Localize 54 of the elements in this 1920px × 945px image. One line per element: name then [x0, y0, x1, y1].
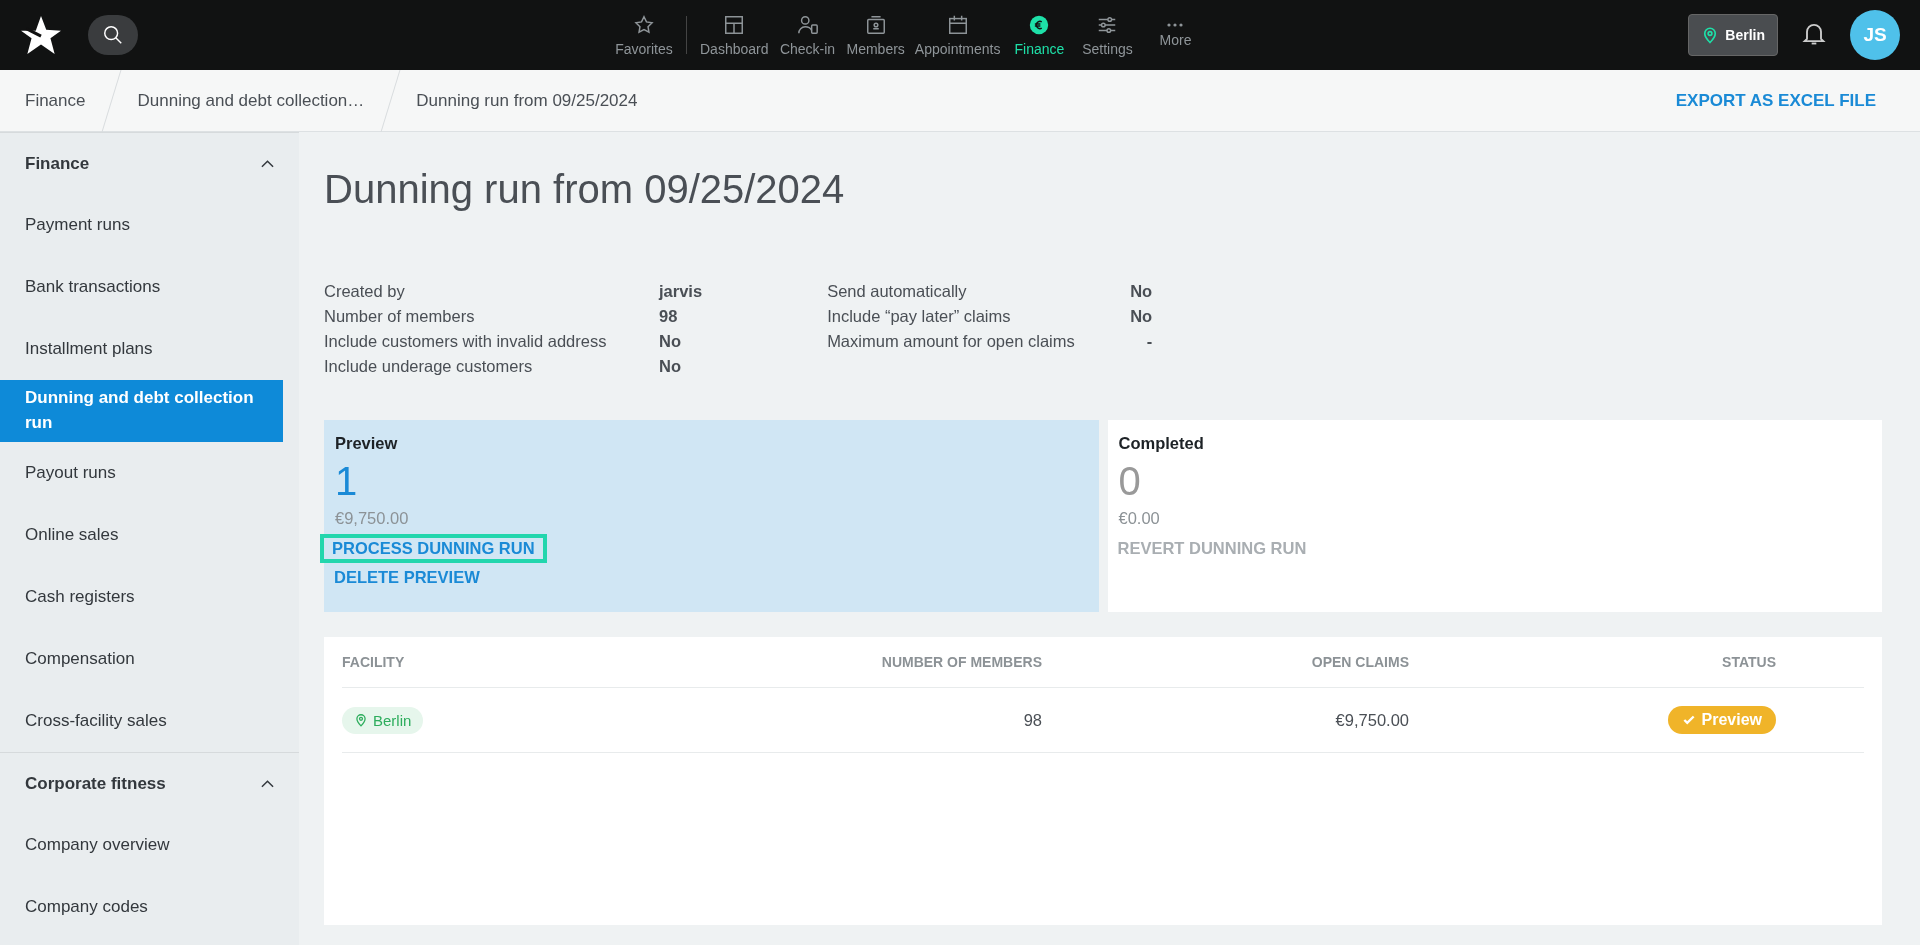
column-header: STATUS	[1722, 654, 1776, 670]
breadcrumb-link[interactable]: Dunning run from 09/25/2024	[391, 70, 664, 131]
detail-label: Maximum amount for open claims	[827, 332, 1076, 351]
sidebar-section-header[interactable]: Corporate fitness	[0, 752, 299, 814]
sidebar-item[interactable]: Online sales	[0, 504, 283, 566]
detail-label: Created by	[324, 282, 406, 301]
nav-tab[interactable]: Appointments	[909, 0, 1006, 70]
sidebar-item[interactable]: Cross-facility sales	[0, 690, 283, 752]
detail-label: Number of members	[324, 307, 476, 326]
detail-value: -	[1146, 332, 1153, 351]
sidebar-item[interactable]: Installment plans	[0, 318, 283, 380]
detail-label: Send automatically	[827, 282, 968, 301]
nav-tab[interactable]: Favorites	[610, 0, 678, 70]
card-amount: €9,750.00	[335, 509, 409, 528]
table-cell: €9,750.00	[1335, 710, 1409, 730]
sidebar-item[interactable]: Dunning and debt collection run	[0, 380, 283, 442]
table-cell: 98	[1023, 710, 1042, 730]
detail-value: No	[659, 332, 682, 351]
facility-tag: Berlin	[342, 706, 424, 734]
status-badge: Preview	[1667, 706, 1776, 734]
detail-label: Include underage customers	[324, 357, 534, 376]
breadcrumb-link[interactable]: Finance	[0, 70, 112, 131]
sidebar-item[interactable]: Cash registers	[0, 566, 283, 628]
card-title: Completed	[1118, 434, 1204, 453]
detail-value: No	[659, 357, 682, 376]
sidebar-item[interactable]: Payment runs	[0, 194, 283, 256]
sidebar-item[interactable]: Compensation	[0, 628, 283, 690]
sidebar-item[interactable]: Payout runs	[0, 442, 283, 504]
detail-label: Include customers with invalid address	[324, 332, 608, 351]
sidebar-item[interactable]: Bank transactions	[0, 256, 283, 318]
breadcrumb-link[interactable]: Dunning and debt collection…	[112, 70, 391, 131]
detail-value: jarvis	[659, 282, 703, 301]
sidebar-item[interactable]: Company codes	[0, 876, 283, 938]
card-count: 1	[335, 459, 358, 503]
column-header: OPEN CLAIMS	[1311, 654, 1409, 670]
page-title: Dunning run from 09/25/2024	[324, 165, 846, 213]
detail-value: No	[1130, 307, 1153, 326]
detail-label: Include “pay later” claims	[827, 307, 1012, 326]
detail-value: 98	[659, 307, 679, 326]
nav-tab[interactable]: More	[1141, 0, 1210, 70]
card-count: 0	[1118, 459, 1141, 503]
card-title: Preview	[335, 434, 398, 453]
column-header: NUMBER OF MEMBERS	[881, 654, 1042, 670]
card-amount: €0.00	[1118, 509, 1160, 528]
nav-tab[interactable]: Finance	[1005, 0, 1074, 70]
nav-tab[interactable]: Members	[841, 0, 910, 70]
nav-tab[interactable]: Settings	[1073, 0, 1142, 70]
location-button[interactable]: Berlin	[1688, 14, 1778, 56]
detail-value: No	[1130, 282, 1153, 301]
sidebar-item[interactable]: Company overview	[0, 814, 283, 876]
column-header: FACILITY	[342, 654, 406, 670]
sidebar-section-header[interactable]: Finance	[0, 132, 299, 194]
nav-tab[interactable]: Check-in	[773, 0, 842, 70]
nav-tab[interactable]: Dashboard	[695, 0, 774, 70]
